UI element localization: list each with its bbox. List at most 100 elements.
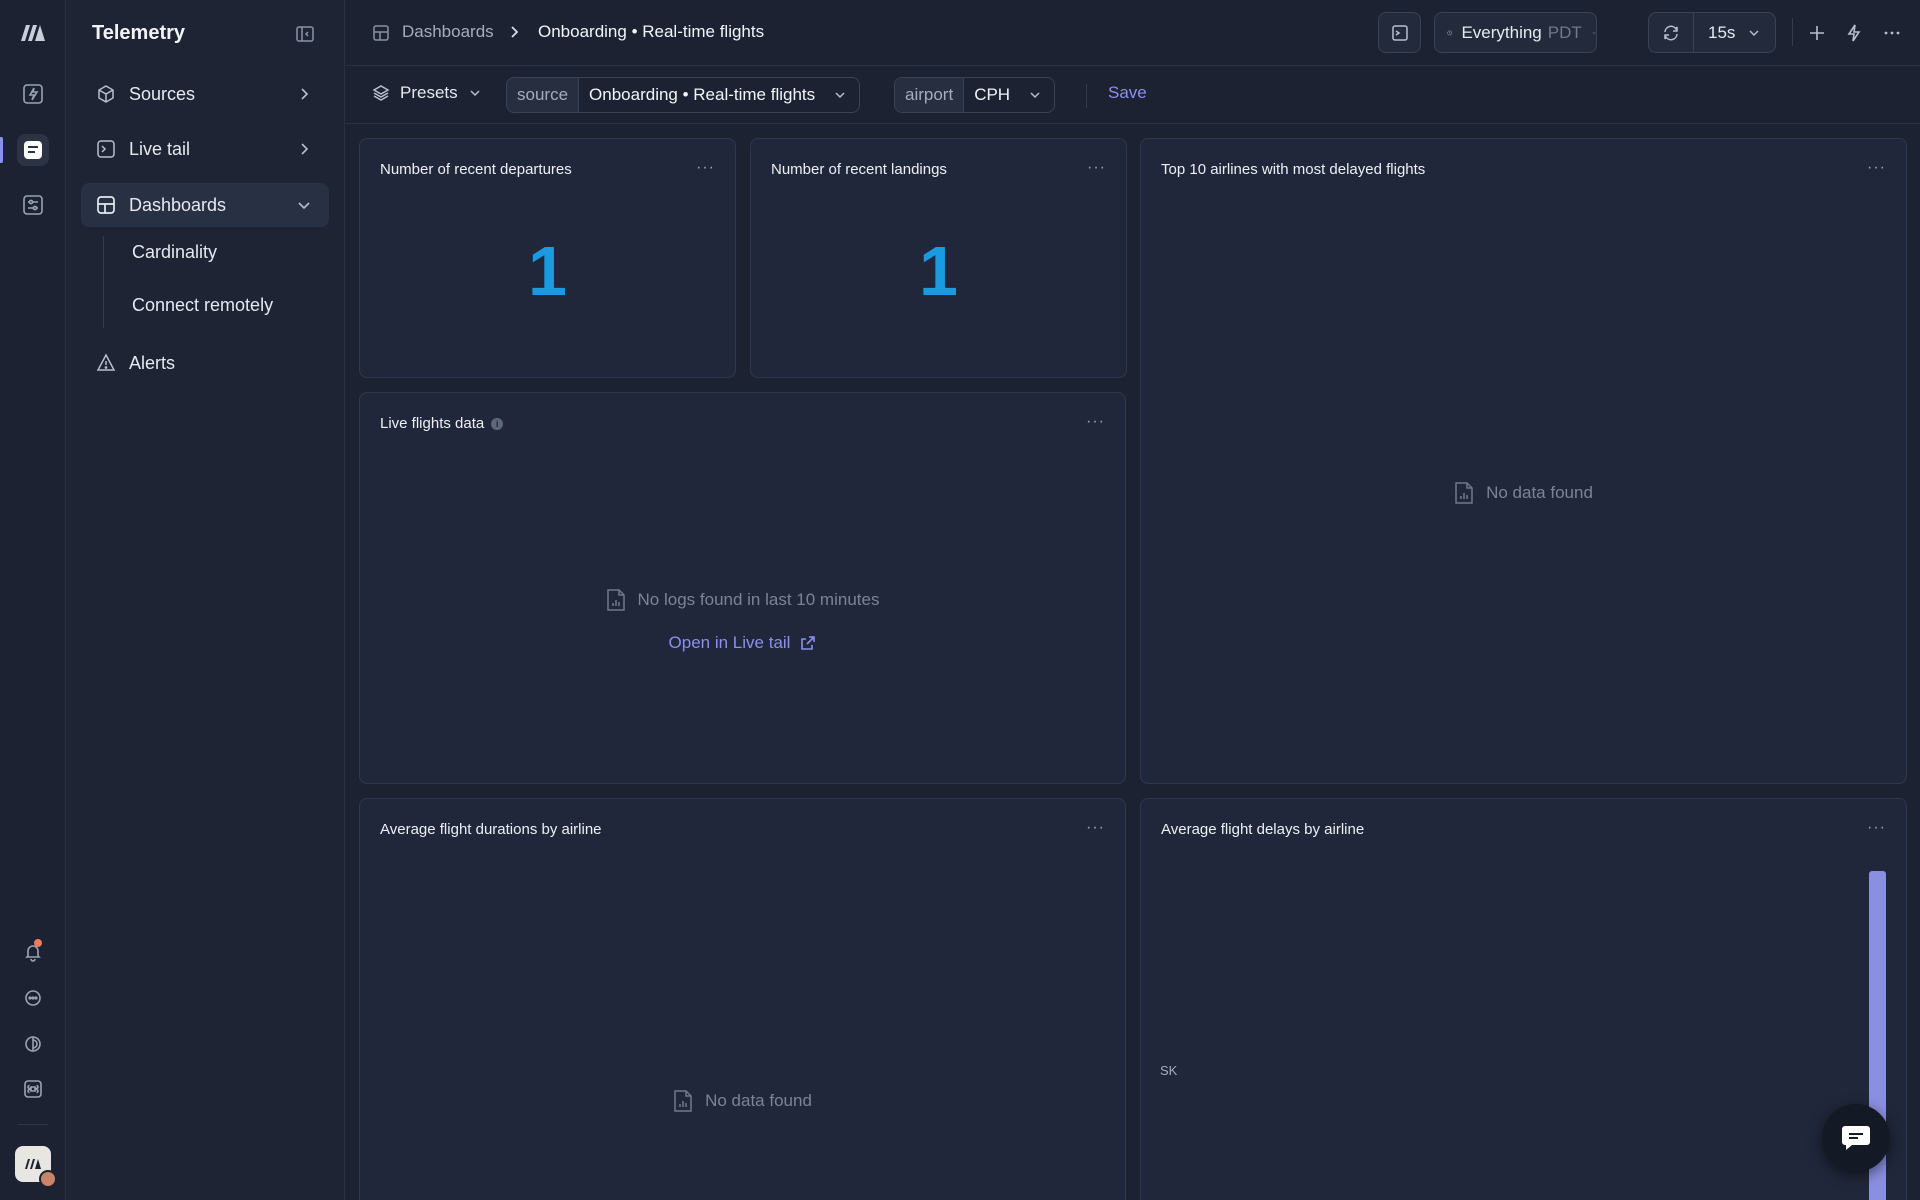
terminal-icon xyxy=(1391,24,1408,41)
more-horizontal-icon[interactable]: ··· xyxy=(1087,159,1106,177)
panel-avg-durations: Average flight durations by airline ··· … xyxy=(359,798,1126,1200)
more-horizontal-icon[interactable]: ··· xyxy=(1086,819,1105,837)
plus-icon[interactable] xyxy=(1806,22,1828,44)
panel-title: Average flight delays by airline xyxy=(1161,821,1365,838)
panel-landings: Number of recent landings ··· 1 xyxy=(750,138,1127,378)
refresh-interval: 15s xyxy=(1708,22,1736,42)
external-link-icon xyxy=(801,636,816,650)
refresh-control[interactable]: 15s xyxy=(1648,12,1776,53)
sidebar-item-label: Live tail xyxy=(129,138,191,159)
icon-rail xyxy=(0,0,66,1200)
more-horizontal-icon[interactable] xyxy=(1881,22,1903,44)
file-chart-icon xyxy=(1455,482,1473,504)
panel-departures: Number of recent departures ··· 1 xyxy=(359,138,736,378)
panel-title: Number of recent departures xyxy=(380,161,572,178)
chevron-down-icon xyxy=(1030,92,1040,99)
more-horizontal-icon[interactable]: ··· xyxy=(1867,819,1886,837)
presets-label: Presets xyxy=(400,83,458,102)
panel-live-flights: Live flights data i ··· No logs found in… xyxy=(359,392,1126,784)
info-icon[interactable]: i xyxy=(491,417,504,430)
more-horizontal-icon[interactable]: ··· xyxy=(1086,413,1105,431)
notification-dot xyxy=(34,939,42,947)
user-avatar[interactable] xyxy=(39,1170,57,1188)
status-icon[interactable] xyxy=(17,1028,49,1060)
chat-icon[interactable] xyxy=(17,982,49,1014)
sidebar-item-alerts[interactable]: Alerts xyxy=(81,341,329,385)
chevron-down-icon xyxy=(470,90,480,97)
empty-state: No data found xyxy=(360,1089,1125,1113)
presets-dropdown[interactable]: Presets xyxy=(372,83,482,103)
more-horizontal-icon[interactable]: ··· xyxy=(1867,159,1886,177)
panel-title: Top 10 airlines with most delayed flight… xyxy=(1161,161,1426,178)
filter-divider xyxy=(1086,84,1087,108)
chevron-right-icon xyxy=(506,24,522,40)
panel-title: Average flight durations by airline xyxy=(380,821,602,838)
save-button[interactable]: Save xyxy=(1108,83,1147,103)
breadcrumb-current: Onboarding • Real-time flights xyxy=(538,22,765,41)
clock-icon xyxy=(1447,30,1453,35)
chevron-right-icon xyxy=(295,85,313,103)
refresh-icon xyxy=(1664,25,1678,40)
timezone-label: PDT xyxy=(1547,22,1582,42)
layers-icon xyxy=(372,85,390,101)
empty-state-text: No logs found in last 10 minutes xyxy=(637,590,880,609)
empty-state-text: No data found xyxy=(705,1091,812,1110)
source-filter-key: source xyxy=(507,78,580,112)
source-filter-value: Onboarding • Real-time flights xyxy=(589,85,816,104)
submenu-line xyxy=(103,236,104,328)
logo-icon[interactable] xyxy=(17,16,49,48)
sidebar-item-sources[interactable]: Sources xyxy=(81,72,329,116)
landings-value: 1 xyxy=(919,232,958,310)
terminal-icon xyxy=(95,138,117,160)
panel-title: Live flights data xyxy=(380,415,485,432)
cube-icon xyxy=(95,83,117,105)
panel-top-airlines: Top 10 airlines with most delayed flight… xyxy=(1140,138,1907,784)
layout-icon xyxy=(95,194,117,216)
category-label: SK xyxy=(1160,1063,1178,1078)
collapse-sidebar-icon[interactable] xyxy=(295,24,315,44)
more-horizontal-icon[interactable]: ··· xyxy=(696,159,715,177)
dashboard-grid-icon xyxy=(372,24,390,42)
filter-bar: Presets source Onboarding • Real-time fl… xyxy=(346,66,1920,124)
time-range-picker[interactable]: Everything PDT xyxy=(1434,12,1597,53)
rail-divider xyxy=(18,1124,48,1125)
empty-state: No logs found in last 10 minutes xyxy=(360,588,1125,612)
file-chart-icon xyxy=(674,1090,692,1112)
panel-title-row: Live flights data i xyxy=(380,415,504,432)
empty-state: No data found xyxy=(1141,481,1906,505)
sidebar-item-label: Dashboards xyxy=(129,194,227,215)
breadcrumb-parent[interactable]: Dashboards xyxy=(402,22,494,42)
sliders-icon[interactable] xyxy=(17,189,49,221)
terminal-button[interactable] xyxy=(1378,12,1421,53)
lightning-icon[interactable] xyxy=(1843,22,1865,44)
sidebar-title: Telemetry xyxy=(92,22,186,44)
source-filter[interactable]: source Onboarding • Real-time flights xyxy=(506,77,861,113)
sidebar-subitem-connect-remotely[interactable]: Connect remotely xyxy=(132,295,273,316)
refresh-button[interactable] xyxy=(1649,13,1694,52)
command-icon[interactable] xyxy=(17,1073,49,1105)
sidebar-item-label: Sources xyxy=(129,83,196,104)
file-chart-icon xyxy=(606,589,625,611)
chat-button[interactable] xyxy=(1822,1104,1890,1172)
open-live-tail-label: Open in Live tail xyxy=(668,633,791,652)
airport-filter-key: airport xyxy=(895,78,965,112)
time-range-label: Everything xyxy=(1461,22,1542,42)
chevron-down-icon xyxy=(295,196,313,214)
sidebar-item-dashboards[interactable]: Dashboards xyxy=(81,183,329,227)
chevron-down-icon xyxy=(1592,31,1596,34)
bell-icon[interactable] xyxy=(17,936,49,968)
open-live-tail-link[interactable]: Open in Live tail xyxy=(360,633,1125,653)
dashboard-icon[interactable] xyxy=(17,134,49,166)
empty-state-text: No data found xyxy=(1486,483,1593,502)
chevron-down-icon xyxy=(1749,29,1759,36)
chevron-right-icon xyxy=(295,140,313,158)
sidebar-item-label: Alerts xyxy=(129,352,176,373)
sidebar-subitem-cardinality[interactable]: Cardinality xyxy=(132,242,217,263)
top-bar: Dashboards Onboarding • Real-time flight… xyxy=(346,0,1920,66)
airport-filter[interactable]: airport CPH xyxy=(894,77,1056,113)
airport-filter-value: CPH xyxy=(974,85,1011,104)
sidebar-item-live-tail[interactable]: Live tail xyxy=(81,127,329,171)
bolt-icon[interactable] xyxy=(17,78,49,110)
toolbar-divider xyxy=(1792,18,1793,46)
warning-icon xyxy=(95,352,117,374)
